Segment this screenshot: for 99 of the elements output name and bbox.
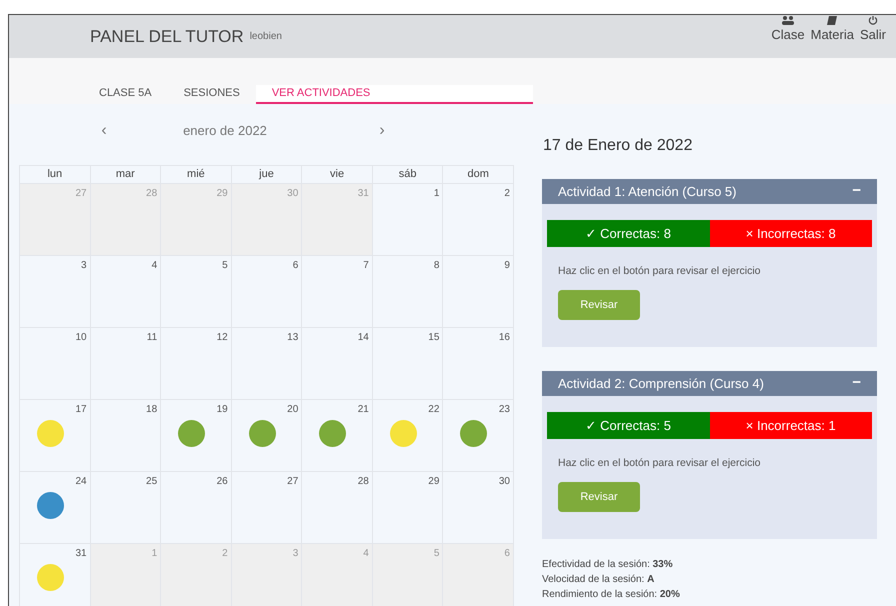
day-number: 5	[434, 547, 440, 561]
day-number: 11	[146, 331, 158, 345]
day-number: 21	[358, 403, 369, 417]
activity-header[interactable]: Actividad 1: Atención (Curso 5) −	[542, 179, 877, 204]
day-cell[interactable]: 14	[302, 328, 373, 400]
day-cell[interactable]: 24	[20, 472, 91, 544]
day-cell[interactable]: 16	[443, 328, 514, 400]
day-number: 10	[75, 331, 87, 345]
day-cell[interactable]: 1	[372, 184, 444, 256]
day-cell[interactable]: 26	[161, 472, 232, 544]
day-number: 28	[146, 187, 158, 201]
day-number: 26	[216, 475, 228, 489]
day-cell[interactable]: 9	[443, 256, 514, 328]
day-cell[interactable]: 28	[302, 472, 373, 544]
incorrect-count: × Incorrectas: 1	[710, 412, 872, 439]
day-cell[interactable]: 7	[302, 256, 373, 328]
day-number: 7	[363, 259, 369, 273]
nav-link[interactable]: Clase	[771, 27, 805, 43]
day-number: 2	[222, 547, 228, 561]
correct-count: ✓ Correctas: 8	[547, 220, 710, 247]
day-number: 31	[358, 187, 369, 201]
day-number: 20	[287, 403, 298, 417]
collapse-toggle[interactable]: −	[852, 372, 861, 395]
day-number: 24	[75, 475, 87, 489]
day-number: 27	[75, 187, 87, 201]
day-number: 3	[81, 259, 87, 273]
day-number: 4	[363, 547, 369, 561]
day-cell[interactable]: 10	[20, 328, 91, 400]
selected-date-title: 17 de Enero de 2022	[543, 136, 694, 156]
day-number: 12	[216, 331, 228, 345]
day-cell[interactable]: 30	[443, 472, 514, 544]
session-stat: Velocidad de la sesión: A	[542, 573, 656, 587]
day-cell[interactable]: 29	[372, 472, 444, 544]
day-number: 23	[498, 403, 510, 417]
activity-title: Actividad 2: Comprensión (Curso 4)	[558, 374, 764, 393]
day-number: 30	[287, 187, 298, 201]
incorrect-count: × Incorrectas: 8	[710, 220, 872, 247]
day-number: 1	[434, 187, 440, 201]
day-number: 5	[222, 259, 228, 273]
day-cell[interactable]: 11	[90, 328, 162, 400]
session-stat: Rendimiento de la sesión: 20%	[542, 588, 681, 602]
day-cell[interactable]: 13	[232, 328, 302, 400]
day-number: 25	[146, 475, 158, 489]
day-number: 6	[292, 259, 298, 273]
hint-text: Haz clic en el botón para revisar el ejercicio	[558, 456, 762, 471]
day-cell[interactable]: 12	[161, 328, 232, 400]
day-number: 29	[216, 187, 228, 201]
day-cell[interactable]: 6	[232, 256, 302, 328]
day-cell[interactable]: 2	[443, 184, 514, 256]
nav-link[interactable]: Materia	[810, 27, 854, 43]
day-number: 1	[152, 547, 158, 561]
user-name: leobien	[250, 30, 282, 44]
day-number: 19	[216, 403, 228, 417]
day-number: 29	[428, 475, 440, 489]
day-number: 18	[146, 403, 158, 417]
day-cell[interactable]: 17	[20, 400, 91, 472]
next-month-button[interactable]: ›	[371, 119, 393, 143]
day-cell[interactable]: 27	[232, 472, 302, 544]
day-cell[interactable]: 15	[372, 328, 444, 400]
day-cell[interactable]: 8	[372, 256, 444, 328]
day-number: 27	[287, 475, 298, 489]
day-cell[interactable]: 18	[90, 400, 162, 472]
session-stat: Efectividad de la sesión: 33%	[542, 558, 674, 572]
day-number: 6	[504, 547, 510, 561]
day-number: 22	[428, 403, 440, 417]
day-cell[interactable]: 21	[302, 400, 373, 472]
day-number: 16	[498, 331, 510, 345]
activity-header[interactable]: Actividad 2: Comprensión (Curso 4) −	[542, 371, 877, 396]
day-number: 9	[504, 259, 510, 273]
day-cell[interactable]: 19	[161, 400, 232, 472]
day-number: 3	[292, 547, 298, 561]
day-number: 28	[358, 475, 369, 489]
day-number: 31	[75, 547, 87, 561]
day-number: 30	[498, 475, 510, 489]
correct-count: ✓ Correctas: 5	[547, 412, 710, 439]
day-cell[interactable]: 5	[161, 256, 232, 328]
month-title: enero de 2022	[182, 122, 268, 140]
tab[interactable]: VER ACTIVIDADES	[256, 85, 533, 104]
day-cell[interactable]: 3	[20, 256, 91, 328]
day-number: 14	[358, 331, 369, 345]
nav-link[interactable]: Salir	[860, 27, 886, 43]
tab[interactable]: SESIONES	[168, 85, 256, 104]
day-cell[interactable]: 22	[372, 400, 444, 472]
day-number: 13	[287, 331, 298, 345]
hint-text: Haz clic en el botón para revisar el ejercicio	[558, 264, 762, 279]
app-title: PANEL DEL TUTOR	[90, 26, 244, 48]
day-number: 4	[152, 259, 158, 273]
day-cell[interactable]: 25	[90, 472, 162, 544]
day-cell[interactable]: 23	[443, 400, 514, 472]
day-cell[interactable]: 4	[90, 256, 162, 328]
activity-title: Actividad 1: Atención (Curso 5)	[558, 182, 736, 201]
day-number: 2	[504, 187, 510, 201]
day-number: 8	[434, 259, 440, 273]
day-cell[interactable]: 20	[232, 400, 302, 472]
collapse-toggle[interactable]: −	[852, 180, 861, 203]
day-number: 15	[428, 331, 440, 345]
tab[interactable]: CLASE 5A	[83, 85, 168, 104]
previous-month-button[interactable]: ‹	[93, 119, 115, 143]
day-number: 17	[75, 403, 87, 417]
